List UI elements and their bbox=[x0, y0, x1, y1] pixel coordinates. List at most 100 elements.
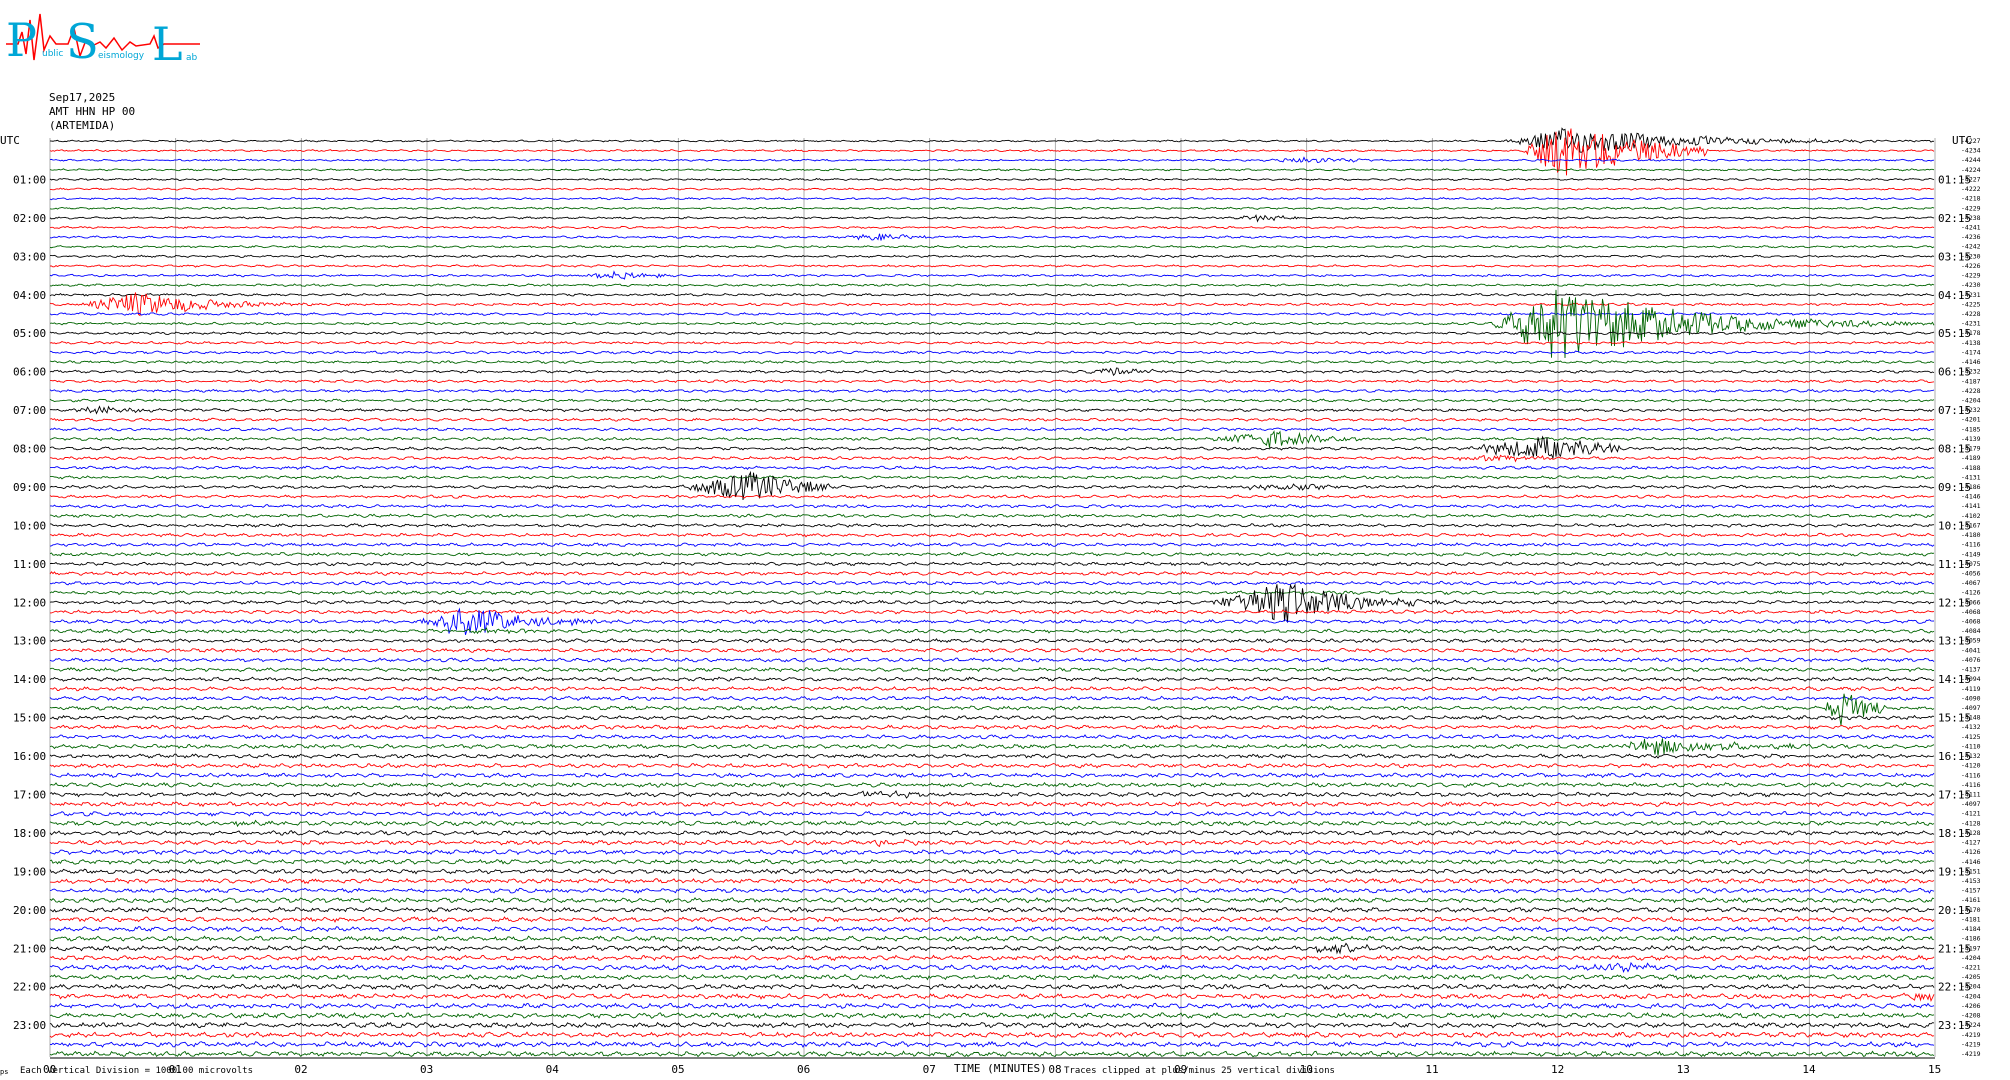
trace-offset-value: -4059 bbox=[1961, 637, 1981, 645]
seismic-trace bbox=[49, 561, 1935, 567]
x-tick-02: 02 bbox=[294, 1063, 307, 1076]
trace-offset-value: -4231 bbox=[1961, 291, 1981, 299]
footer-mark: ps bbox=[0, 1068, 9, 1076]
hour-label-left: 03:00 bbox=[13, 250, 46, 263]
trace-offset-value: -4126 bbox=[1961, 589, 1981, 597]
trace-offset-value: -4178 bbox=[1961, 329, 1981, 337]
seismic-trace bbox=[49, 781, 1935, 788]
trace-offset-value: -4116 bbox=[1961, 541, 1981, 549]
trace-offset-value: -4174 bbox=[1961, 348, 1981, 356]
trace-offset-value: -4219 bbox=[1961, 1050, 1981, 1058]
seismic-trace bbox=[49, 1021, 1935, 1029]
seismic-trace bbox=[49, 858, 1935, 865]
trace-offset-value: -4222 bbox=[1961, 185, 1981, 193]
x-axis-title: TIME (MINUTES) bbox=[954, 1062, 1047, 1075]
hour-label-left: 20:00 bbox=[13, 904, 46, 917]
trace-offset-value: -4232 bbox=[1961, 368, 1981, 376]
seismic-trace bbox=[49, 609, 1935, 615]
seismic-trace bbox=[49, 714, 1935, 721]
x-tick-04: 04 bbox=[546, 1063, 560, 1076]
trace-offset-value: -4157 bbox=[1961, 887, 1981, 895]
trace-offset-value: -4204 bbox=[1961, 954, 1981, 962]
hour-label-left: 21:00 bbox=[13, 942, 46, 955]
seismic-trace bbox=[49, 1050, 1935, 1058]
seismic-trace bbox=[49, 590, 1935, 596]
seismic-trace bbox=[49, 657, 1935, 663]
seismic-trace bbox=[49, 292, 1935, 297]
trace-offset-value: -4120 bbox=[1961, 762, 1981, 770]
trace-offset-value: -4127 bbox=[1961, 839, 1981, 847]
trace-offset-value: -4227 bbox=[1961, 137, 1981, 145]
trace-offset-value: -4075 bbox=[1961, 560, 1981, 568]
seismic-trace bbox=[49, 503, 1935, 509]
hour-label-left: 02:00 bbox=[13, 212, 46, 225]
seismic-trace bbox=[49, 676, 1935, 682]
seismic-trace bbox=[49, 465, 1935, 471]
x-tick-07: 07 bbox=[923, 1063, 936, 1076]
x-tick-05: 05 bbox=[671, 1063, 684, 1076]
trace-offset-value: -4068 bbox=[1961, 608, 1981, 616]
trace-offset-value: -4097 bbox=[1961, 704, 1981, 712]
trace-offset-value: -4161 bbox=[1961, 896, 1981, 904]
seismic-trace bbox=[49, 1002, 1935, 1010]
trace-offset-value: -4119 bbox=[1961, 685, 1981, 693]
trace-offset-value: -4231 bbox=[1961, 320, 1981, 328]
seismic-trace bbox=[49, 580, 1935, 586]
trace-offset-value: -4170 bbox=[1961, 906, 1981, 914]
seismic-trace bbox=[49, 264, 1935, 268]
trace-offset-value: -4132 bbox=[1961, 752, 1981, 760]
trace-offset-value: -4188 bbox=[1961, 464, 1981, 472]
seismic-trace bbox=[49, 839, 1935, 848]
seismic-trace bbox=[49, 762, 1935, 769]
seismic-trace bbox=[49, 877, 1935, 885]
seismic-trace bbox=[49, 583, 1935, 623]
trace-offset-value: -4205 bbox=[1961, 973, 1981, 981]
seismic-trace bbox=[49, 289, 1935, 358]
trace-offset-value: -4110 bbox=[1961, 742, 1981, 750]
trace-offset-value: -4068 bbox=[1961, 618, 1981, 626]
trace-offset-value: -4146 bbox=[1961, 493, 1981, 501]
trace-offset-value: -4206 bbox=[1961, 1002, 1981, 1010]
seismic-trace bbox=[49, 513, 1935, 519]
seismic-trace bbox=[49, 405, 1935, 415]
trace-offset-value: -4204 bbox=[1961, 396, 1981, 404]
trace-offset-value: -4227 bbox=[1961, 175, 1981, 183]
seismic-trace bbox=[49, 197, 1935, 201]
trace-offset-value: -4204 bbox=[1961, 992, 1981, 1000]
trace-offset-value: -4137 bbox=[1961, 666, 1981, 674]
trace-offset-value: -4204 bbox=[1961, 983, 1981, 991]
seismic-trace bbox=[49, 1012, 1935, 1020]
trace-offset-value: -4201 bbox=[1961, 416, 1981, 424]
seismic-trace bbox=[49, 906, 1935, 914]
trace-offset-value: -4153 bbox=[1961, 877, 1981, 885]
trace-offset-value: -4228 bbox=[1961, 310, 1981, 318]
seismic-trace bbox=[49, 542, 1935, 547]
trace-offset-value: -4185 bbox=[1961, 425, 1981, 433]
trace-offset-value: -4229 bbox=[1961, 204, 1981, 212]
trace-offset-value: -4181 bbox=[1961, 915, 1981, 923]
seismic-trace bbox=[49, 270, 1935, 280]
hour-label-left: 08:00 bbox=[13, 443, 46, 456]
hour-label-left: 14:00 bbox=[13, 673, 46, 686]
hour-label-left: 18:00 bbox=[13, 827, 46, 840]
trace-offset-value: -4111 bbox=[1961, 791, 1981, 799]
hour-label-left: 19:00 bbox=[13, 865, 46, 878]
hour-label-left: 13:00 bbox=[13, 635, 46, 648]
hour-label-left: 07:00 bbox=[13, 404, 46, 417]
seismic-trace bbox=[49, 954, 1935, 962]
trace-offset-value: -4090 bbox=[1961, 694, 1981, 702]
seismic-trace bbox=[49, 379, 1935, 384]
seismic-trace bbox=[49, 1040, 1935, 1048]
seismic-trace bbox=[49, 983, 1935, 991]
trace-offset-value: -4151 bbox=[1961, 867, 1981, 875]
x-tick-08: 08 bbox=[1048, 1063, 1061, 1076]
seismic-trace bbox=[49, 168, 1935, 172]
trace-offset-value: -4197 bbox=[1961, 944, 1981, 952]
trace-offset-value: -4234 bbox=[1961, 147, 1981, 155]
trace-offset-value: -4180 bbox=[1961, 531, 1981, 539]
trace-offset-value: -4226 bbox=[1961, 262, 1981, 270]
hour-label-left: 10:00 bbox=[13, 519, 46, 532]
seismic-trace bbox=[49, 1031, 1935, 1039]
trace-offset-value: -4146 bbox=[1961, 858, 1981, 866]
seismic-trace bbox=[49, 187, 1935, 191]
